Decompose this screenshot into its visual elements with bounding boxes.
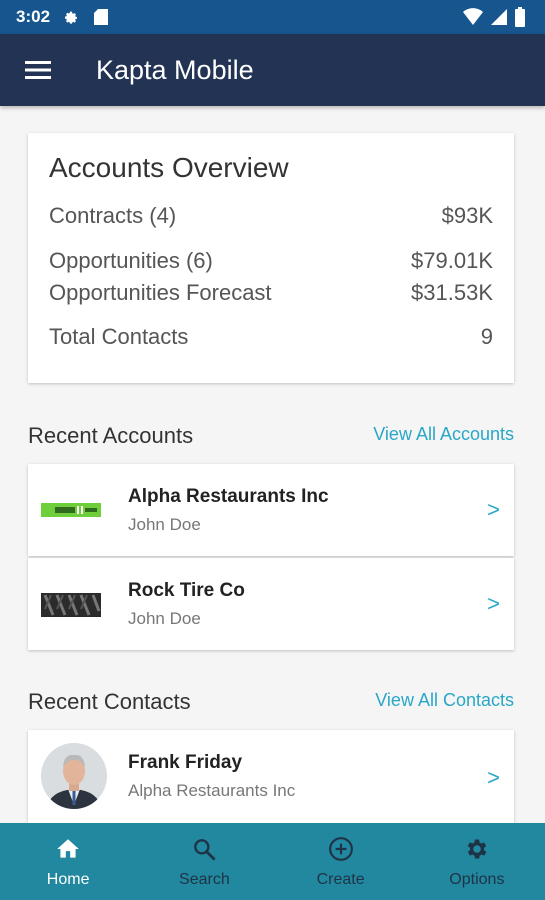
recent-accounts-title: Recent Accounts xyxy=(28,423,194,448)
chevron-right-icon[interactable]: > xyxy=(487,765,500,791)
overview-row-total-contacts: Total Contacts 9 xyxy=(49,324,493,350)
status-time: 3:02 xyxy=(16,7,51,26)
view-all-accounts-link[interactable]: View All Accounts xyxy=(373,424,514,445)
recent-contacts-title: Recent Contacts xyxy=(28,689,191,714)
overview-label: Opportunities Forecast xyxy=(49,280,272,305)
alpha-restaurants-logo xyxy=(41,495,101,525)
account-name: Rock Tire Co xyxy=(128,580,245,601)
overview-value: $93K xyxy=(441,203,493,228)
hamburger-menu-icon xyxy=(25,61,51,79)
contact-item-frank-friday[interactable]: Frank Friday Alpha Restaurants Inc > xyxy=(28,730,514,823)
add-circle-icon xyxy=(328,837,353,861)
overview-value: $31.53K xyxy=(411,280,493,305)
menu-button[interactable] xyxy=(12,44,64,96)
settings-notification-icon xyxy=(62,8,80,26)
overview-row-opportunities: Opportunities (6) $79.01K xyxy=(49,248,493,274)
contact-name: Frank Friday xyxy=(128,752,243,773)
search-icon xyxy=(194,839,216,861)
status-bar: 3:02 xyxy=(0,0,545,34)
app-title: Kapta Mobile xyxy=(96,54,254,85)
account-name: Alpha Restaurants Inc xyxy=(128,486,329,507)
rock-tire-logo xyxy=(41,589,101,619)
bottom-navigation: Home Search Create Options xyxy=(0,823,545,900)
chevron-right-icon[interactable]: > xyxy=(487,591,500,617)
overview-value: 9 xyxy=(480,324,493,349)
nav-label: Home xyxy=(46,871,90,888)
account-item-alpha[interactable]: Alpha Restaurants Inc John Doe > xyxy=(28,464,514,556)
account-item-rock-tire[interactable]: Rock Tire Co John Doe > xyxy=(28,558,514,650)
nav-options[interactable]: Options xyxy=(409,823,545,900)
status-indicators xyxy=(463,7,525,32)
nav-create[interactable]: Create xyxy=(273,823,409,900)
view-all-contacts-link[interactable]: View All Contacts xyxy=(375,690,514,711)
overview-label: Total Contacts xyxy=(49,324,189,349)
account-owner: John Doe xyxy=(128,609,201,628)
overview-row-contracts: Contracts (4) $93K xyxy=(49,203,493,229)
chevron-right-icon[interactable]: > xyxy=(487,497,500,523)
accounts-overview-card: Accounts Overview Contracts (4) $93K Opp… xyxy=(28,133,514,383)
account-owner: John Doe xyxy=(128,515,201,534)
nav-home[interactable]: Home xyxy=(0,823,136,900)
overview-value: $79.01K xyxy=(411,248,493,273)
home-icon xyxy=(57,839,79,858)
overview-label: Opportunities (6) xyxy=(49,248,213,273)
signal-icon xyxy=(491,8,507,31)
overview-row-forecast: Opportunities Forecast $31.53K xyxy=(49,280,493,306)
nav-label: Options xyxy=(449,871,505,888)
wifi-icon xyxy=(463,8,483,31)
overview-label: Contracts (4) xyxy=(49,203,177,228)
contact-avatar xyxy=(41,743,107,809)
nav-search[interactable]: Search xyxy=(136,823,272,900)
gear-icon xyxy=(467,839,487,859)
app-bar: Kapta Mobile xyxy=(0,34,545,106)
overview-title: Accounts Overview xyxy=(49,152,289,183)
contact-company: Alpha Restaurants Inc xyxy=(128,781,296,800)
sd-card-icon xyxy=(92,8,110,26)
nav-label: Create xyxy=(316,871,365,888)
nav-label: Search xyxy=(179,871,230,888)
battery-icon xyxy=(515,7,525,32)
